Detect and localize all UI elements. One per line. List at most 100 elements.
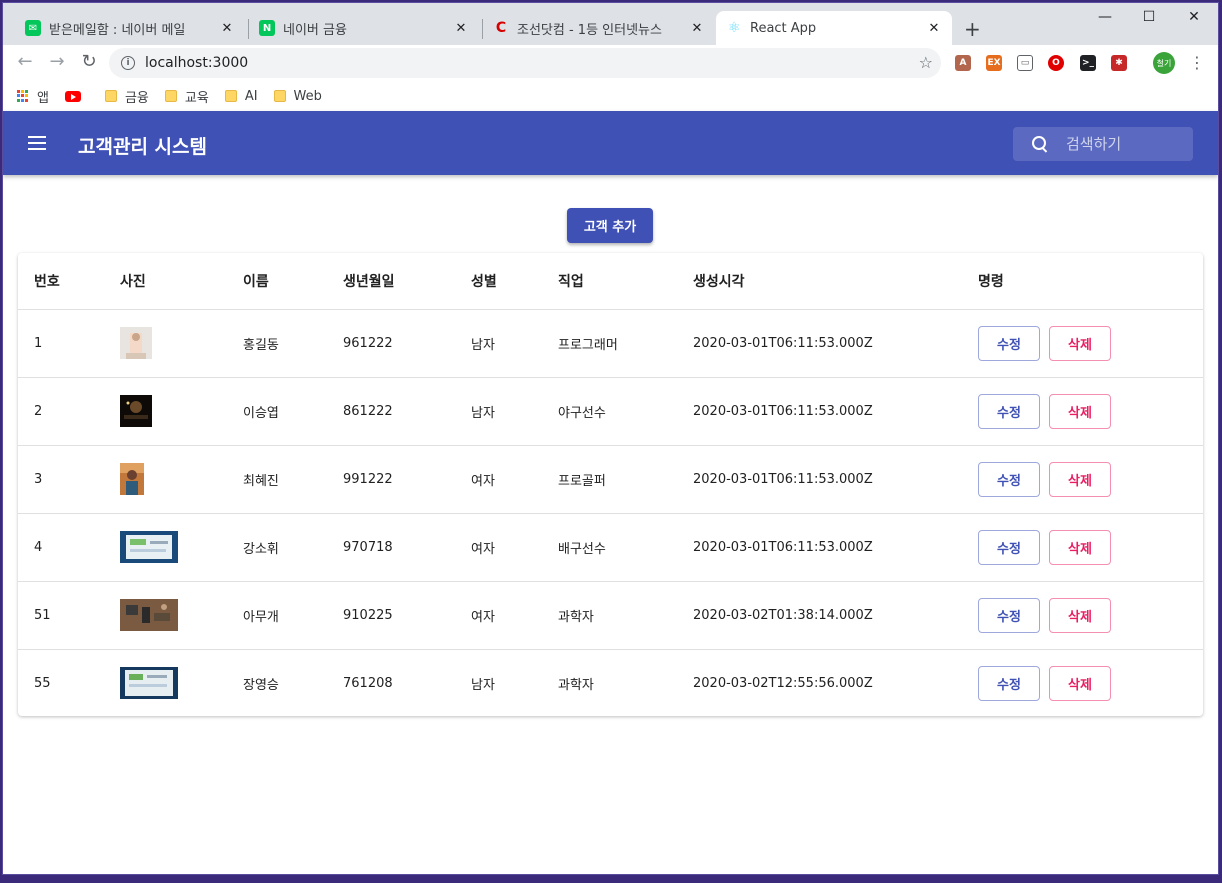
edit-button[interactable]: 수정 [978,325,1040,361]
info-icon[interactable]: i [121,56,135,70]
minimize-icon[interactable]: — [1095,9,1115,25]
cell-job: 배구선수 [542,513,677,582]
bookmark-folder-finance[interactable]: 금융 [104,87,149,106]
chosun-icon: C [495,20,507,36]
bookmark-folder-education[interactable]: 교육 [164,87,209,106]
folder-icon [273,90,286,102]
cell-job: 과학자 [558,677,594,693]
delete-button[interactable]: 삭제 [1049,325,1111,361]
cell-gender: 남자 [455,309,542,378]
bookmark-folder-ai[interactable]: AI [224,88,258,104]
tab-title: React App [750,20,817,36]
close-icon[interactable]: ✕ [689,21,705,36]
edit-button[interactable]: 수정 [978,597,1040,633]
cell-photo [104,377,227,446]
cell-created: 2020-03-02T01:38:14.000Z [677,581,962,650]
close-icon[interactable]: ✕ [926,21,942,36]
bookmark-label: 금융 [124,90,149,106]
delete-button[interactable]: 삭제 [1049,597,1111,633]
close-icon[interactable]: ✕ [219,21,235,36]
address-bar[interactable]: i localhost:3000 ☆ [109,48,941,78]
youtube-icon [64,90,81,102]
cell-birthday: 761208 [343,675,393,691]
back-icon[interactable]: ← [13,51,37,72]
delete-button[interactable]: 삭제 [1049,665,1111,701]
cell-photo [104,309,227,378]
table-row: 51 아무개 910225 여자 과학자 2020-03-02T01:38:14… [18,581,1203,650]
terminal-extension-icon[interactable]: >_ [1080,55,1096,71]
profile-avatar[interactable]: 철기 [1153,52,1175,74]
customer-photo [120,327,152,359]
table-row: 2 이승엽 861222 남자 야구선수 2020-03-01T06:11:53… [18,377,1203,446]
cell-job: 과학자 [542,581,677,650]
cell-created: 2020-03-01T06:11:53.000Z [677,377,962,446]
delete-button[interactable]: 삭제 [1049,393,1111,429]
folder-icon [224,90,237,102]
app-bar: 고객관리 시스템 [3,111,1218,175]
delete-button[interactable]: 삭제 [1049,461,1111,497]
cell-photo [104,581,227,650]
cell-gender: 남자 [455,377,542,446]
table-row: 1 홍길동 961222 남자 프로그래머 2020-03-01T06:11:5… [18,309,1203,378]
search-icon [1032,136,1048,152]
bookmark-label: 교육 [184,90,209,106]
customer-photo [120,463,144,495]
reload-icon[interactable]: ↻ [77,51,101,72]
note-extension-icon[interactable]: ▭ [1017,55,1033,71]
tab-chosun[interactable]: C 조선닷컴 - 1등 인터넷뉴스 ✕ [483,11,715,45]
search-box[interactable] [1013,127,1193,161]
menu-icon[interactable] [28,136,46,150]
delete-button[interactable]: 삭제 [1049,529,1111,565]
cell-job: 프로골퍼 [542,445,677,514]
window-close-icon[interactable]: ✕ [1184,9,1204,25]
cell-job: 프로그래머 [542,309,677,378]
edit-button[interactable]: 수정 [978,393,1040,429]
edit-button[interactable]: 수정 [978,529,1040,565]
tab-react-app[interactable]: ⚛ React App ✕ [716,11,952,45]
cell-command: 수정 삭제 [962,309,1203,378]
search-input[interactable] [1066,135,1176,153]
edit-button[interactable]: 수정 [978,665,1040,701]
customer-photo [120,531,178,563]
maximize-icon[interactable]: ☐ [1139,9,1159,25]
cell-id: 4 [18,513,104,582]
cell-gender: 남자 [471,677,495,693]
close-icon[interactable]: ✕ [453,21,469,36]
cell-command: 수정 삭제 [962,513,1203,582]
cell-gender: 여자 [455,445,542,514]
bookmark-folder-web[interactable]: Web [273,88,322,104]
bookmark-apps[interactable]: 앱 [17,87,49,106]
naver-icon: N [259,20,275,36]
cell-birthday: 861222 [327,377,455,446]
apps-grid-icon [17,90,29,102]
cell-gender: 여자 [455,581,542,650]
more-menu-icon[interactable]: ⋮ [1189,53,1205,72]
add-customer-button[interactable]: 고객 추가 [567,208,653,243]
table-row: 4 강소휘 970718 여자 배구선수 2020-03-01T06:11:53… [18,513,1203,582]
cell-name: 이승엽 [227,377,327,446]
edit-button[interactable]: 수정 [978,461,1040,497]
cell-command: 수정 삭제 [962,649,1203,717]
pdf-extension-icon[interactable]: A [955,55,971,71]
cell-photo [104,445,227,514]
bookmark-label: Web [293,88,322,104]
cell-name: 홍길동 [227,309,327,378]
opera-extension-icon[interactable]: O [1048,55,1064,71]
tab-naver-finance[interactable]: N 네이버 금융 ✕ [249,11,479,45]
tab-naver-mail[interactable]: ✉ 받은메일함 : 네이버 메일 ✕ [15,11,245,45]
new-tab-button[interactable]: + [964,17,981,41]
bookmark-label: AI [244,88,258,104]
game-extension-icon[interactable]: ✱ [1111,55,1127,71]
ex-extension-icon[interactable]: EX [986,55,1002,71]
cell-name: 최혜진 [227,445,327,514]
bookmark-youtube[interactable] [64,90,89,102]
cell-id: 2 [18,377,104,446]
cell-id: 51 [18,581,104,650]
folder-icon [104,90,117,102]
browser-window: ✉ 받은메일함 : 네이버 메일 ✕ N 네이버 금융 ✕ C 조선닷컴 - 1… [2,2,1219,875]
forward-icon[interactable]: → [45,51,69,72]
tab-title: 받은메일함 : 네이버 메일 [49,22,186,38]
star-icon[interactable]: ☆ [919,53,933,72]
cell-command: 수정 삭제 [962,377,1203,446]
customer-table-container: 번호 사진 이름 생년월일 성별 직업 생성시각 명령 1 홍길동 961222… [18,253,1203,716]
